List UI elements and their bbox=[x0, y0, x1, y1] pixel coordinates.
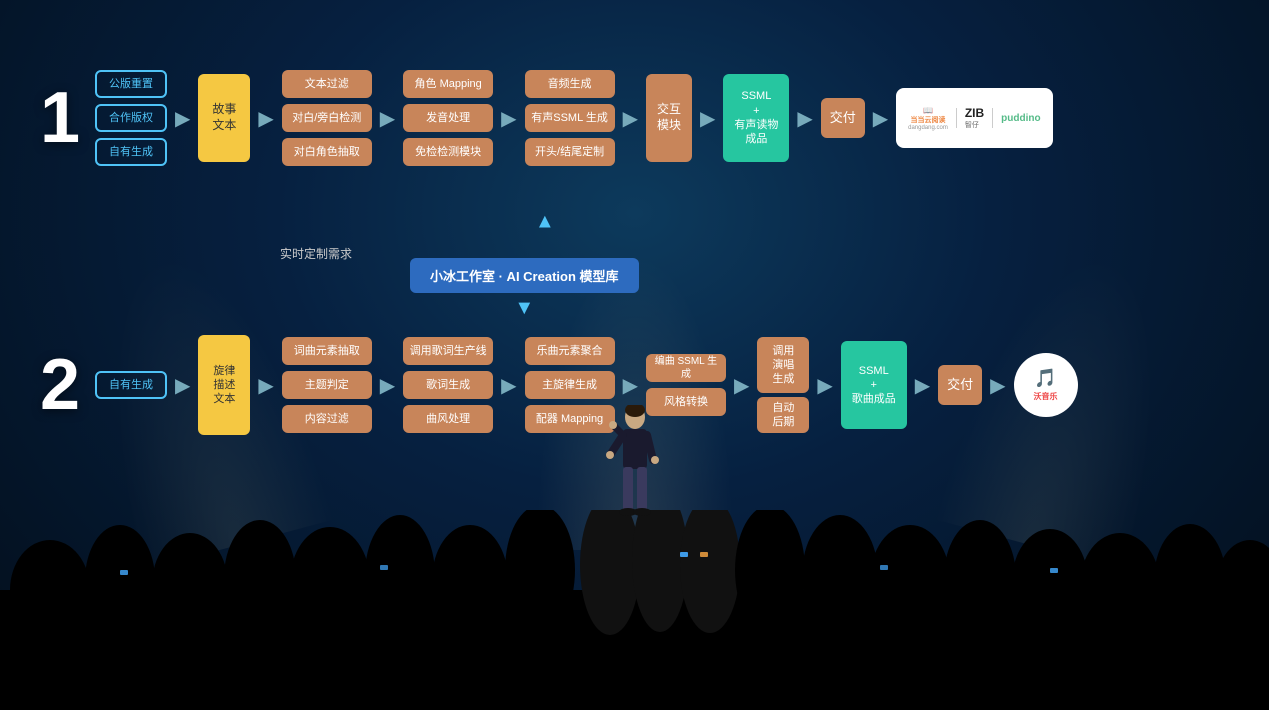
arrow5: ▶ bbox=[623, 106, 638, 131]
delivery-2: 交付 bbox=[938, 365, 982, 405]
row2-col2: 调用歌词生产线 歌词生成 曲风处理 bbox=[403, 337, 493, 433]
row2-col1: 词曲元素抽取 主题判定 内容过滤 bbox=[282, 337, 372, 433]
arrow3: ▶ bbox=[380, 106, 395, 131]
r2p1-3: 内容过滤 bbox=[282, 405, 372, 433]
row1-col3: 音频生成 有声SSML 生成 开头/结尾定制 bbox=[525, 70, 615, 166]
arrow4: ▶ bbox=[501, 106, 516, 131]
delivery-1: 交付 bbox=[821, 98, 865, 138]
r2p2-2: 歌词生成 bbox=[403, 371, 493, 399]
proc2-3: 免检检测模块 bbox=[403, 138, 493, 166]
input-box-1: 公版重置 bbox=[95, 70, 167, 98]
middle-section: 实时定制需求 bbox=[280, 245, 352, 268]
proc1-2: 对白/旁白检测 bbox=[282, 104, 372, 132]
r2p3-1: 乐曲元素聚合 bbox=[525, 337, 615, 365]
row2-inputs: 自有生成 bbox=[95, 371, 167, 399]
partners-logos: 📖 当当云阅读 dangdang.com ZIB 智仔 puddino bbox=[896, 88, 1052, 148]
audience-silhouette bbox=[0, 510, 1269, 710]
woyinyue-icon: 🎵 bbox=[1034, 368, 1056, 389]
row2-arrow2: ▶ bbox=[258, 373, 273, 398]
r2p4-1: 编曲 SSML 生成 bbox=[646, 354, 726, 382]
partner-puddino: puddino bbox=[1001, 113, 1040, 124]
row2-arrow6: ▶ bbox=[734, 373, 749, 398]
row2-singing-col: 调用 演唱 生成 自动 后期 bbox=[757, 337, 809, 433]
ai-creation-box: 小冰工作室 · AI Creation 模型库 bbox=[410, 258, 639, 293]
r2p1-1: 词曲元素抽取 bbox=[282, 337, 372, 365]
r2p2-1: 调用歌词生产线 bbox=[403, 337, 493, 365]
proc2-2: 发音处理 bbox=[403, 104, 493, 132]
post-box: 自动 后期 bbox=[757, 397, 809, 433]
ssml-output-1: SSML + 有声读物 成品 bbox=[723, 74, 789, 162]
arrow2: ▶ bbox=[258, 106, 273, 131]
arrow1: ▶ bbox=[175, 106, 190, 131]
row1-number: 1 bbox=[30, 82, 90, 154]
row2-input-1: 自有生成 bbox=[95, 371, 167, 399]
proc2-1: 角色 Mapping bbox=[403, 70, 493, 98]
row1-inputs: 公版重置 合作版权 自有生成 bbox=[95, 70, 167, 166]
row2-arrow9: ▶ bbox=[990, 373, 1005, 398]
divider-1 bbox=[956, 108, 957, 128]
proc3-2: 有声SSML 生成 bbox=[525, 104, 615, 132]
row2-arrow5: ▶ bbox=[623, 373, 638, 398]
realtime-label: 实时定制需求 bbox=[280, 245, 352, 262]
up-arrow: ▼ bbox=[535, 210, 555, 233]
ssml-output-2: SSML + 歌曲成品 bbox=[841, 341, 907, 429]
woyinyue-label: 沃音乐 bbox=[1034, 391, 1058, 402]
row2-number: 2 bbox=[30, 349, 90, 421]
down-arrow: ▼ bbox=[514, 297, 534, 320]
proc3-3: 开头/结尾定制 bbox=[525, 138, 615, 166]
story-box: 故事 文本 bbox=[198, 74, 250, 162]
arrow7: ▶ bbox=[797, 106, 812, 131]
input-box-3: 自有生成 bbox=[95, 138, 167, 166]
singing-box: 调用 演唱 生成 bbox=[757, 337, 809, 393]
partner-dangdang: 📖 当当云阅读 dangdang.com bbox=[908, 106, 948, 131]
r2p3-2: 主旋律生成 bbox=[525, 371, 615, 399]
row1-col1: 文本过滤 对白/旁白检测 对白角色抽取 bbox=[282, 70, 372, 166]
r2p2-3: 曲风处理 bbox=[403, 405, 493, 433]
presenter-figure bbox=[605, 405, 665, 535]
r2p1-2: 主题判定 bbox=[282, 371, 372, 399]
row2-arrow7: ▶ bbox=[817, 373, 832, 398]
row1-col2: 角色 Mapping 发音处理 免检检测模块 bbox=[403, 70, 493, 166]
ai-creation-section: 小冰工作室 · AI Creation 模型库 ▼ bbox=[410, 258, 639, 320]
row2-arrow4: ▶ bbox=[501, 373, 516, 398]
arrow8: ▶ bbox=[873, 106, 888, 131]
proc1-3: 对白角色抽取 bbox=[282, 138, 372, 166]
divider-2 bbox=[992, 108, 993, 128]
row2-arrow8: ▶ bbox=[915, 373, 930, 398]
partner-zib: ZIB 智仔 bbox=[965, 106, 984, 130]
row2-arrow3: ▶ bbox=[380, 373, 395, 398]
arrow6: ▶ bbox=[700, 106, 715, 131]
input-box-2: 合作版权 bbox=[95, 104, 167, 132]
melody-box: 旋律 描述 文本 bbox=[198, 335, 250, 435]
proc1-1: 文本过滤 bbox=[282, 70, 372, 98]
interaction-box: 交互 模块 bbox=[646, 74, 692, 162]
woyinyue-logo: 🎵 沃音乐 bbox=[1014, 353, 1078, 417]
r2p3-3: 配器 Mapping bbox=[525, 405, 615, 433]
proc3-1: 音频生成 bbox=[525, 70, 615, 98]
row2-arrow1: ▶ bbox=[175, 373, 190, 398]
row2-col3: 乐曲元素聚合 主旋律生成 配器 Mapping bbox=[525, 337, 615, 433]
